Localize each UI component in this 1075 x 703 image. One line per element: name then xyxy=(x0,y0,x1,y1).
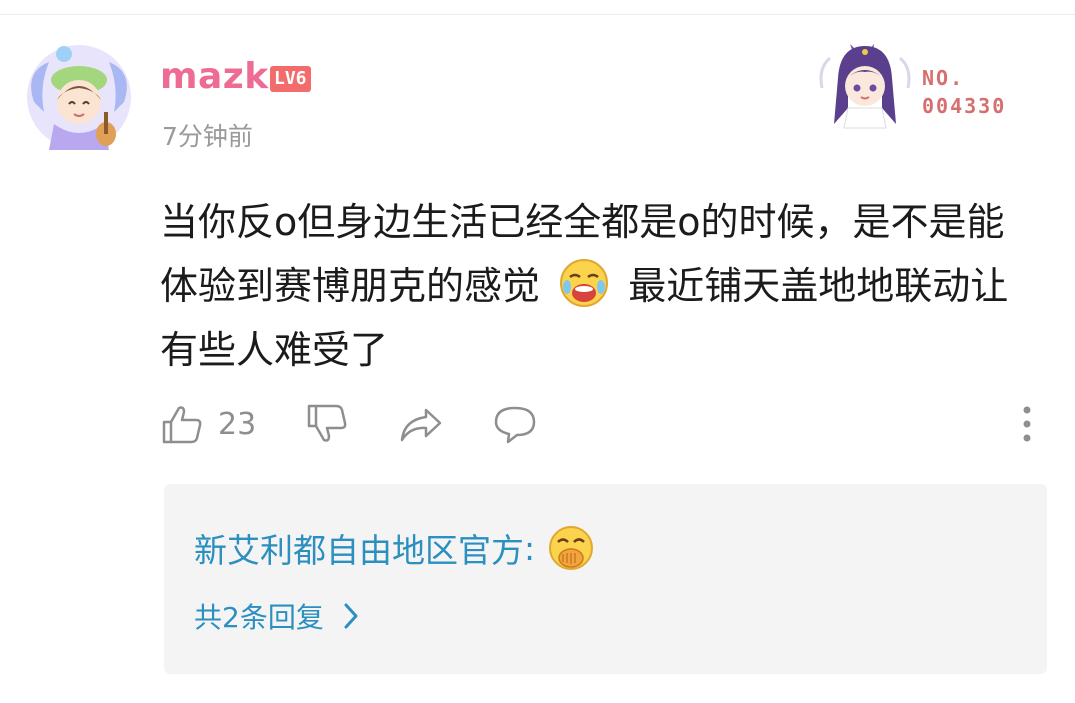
share-button[interactable] xyxy=(398,400,444,448)
fan-badge[interactable]: NO. 004330 xyxy=(810,38,1030,130)
reply-preview-box[interactable]: 新艾利都自由地区官方 : 共2条回复 xyxy=(164,484,1047,674)
reply-separator: : xyxy=(524,528,536,568)
like-count: 23 xyxy=(218,406,257,442)
thumbs-down-icon xyxy=(307,404,347,442)
fan-badge-number: NO. 004330 xyxy=(922,64,1006,120)
chevron-right-icon xyxy=(344,603,358,629)
laughing-tears-emoji-icon xyxy=(560,259,609,307)
fan-badge-character-icon xyxy=(819,44,911,129)
dislike-button[interactable] xyxy=(305,400,349,448)
comment-timestamp: 7分钟前 xyxy=(162,122,253,151)
reply-button[interactable] xyxy=(492,400,538,448)
reply-count-text: 共2条回复 xyxy=(194,601,324,634)
fan-badge-no-label: NO. xyxy=(922,66,965,90)
like-button[interactable]: 23 xyxy=(160,400,256,448)
comment-icon xyxy=(494,406,536,444)
level-badge: LV6 xyxy=(270,66,311,92)
reply-author[interactable]: 新艾利都自由地区官方 xyxy=(194,524,524,572)
top-divider xyxy=(0,14,1075,15)
view-replies-link[interactable]: 共2条回复 xyxy=(194,596,360,636)
share-icon xyxy=(400,408,442,442)
comment-action-bar: 23 xyxy=(160,400,1040,450)
more-vertical-icon[interactable] xyxy=(1020,404,1034,444)
fan-badge-no-value: 004330 xyxy=(922,94,1007,118)
username[interactable]: mazk xyxy=(160,56,269,97)
hand-over-mouth-emoji-icon xyxy=(549,526,594,570)
reply-preview-line: 新艾利都自由地区官方 : xyxy=(194,520,595,576)
comment-body: 当你反o但身边生活已经全都是o的时候，是不是能体验到赛博朋克的感觉 最近铺天盖地… xyxy=(160,190,1040,382)
thumbs-up-icon xyxy=(162,406,202,444)
user-avatar[interactable] xyxy=(24,42,134,152)
